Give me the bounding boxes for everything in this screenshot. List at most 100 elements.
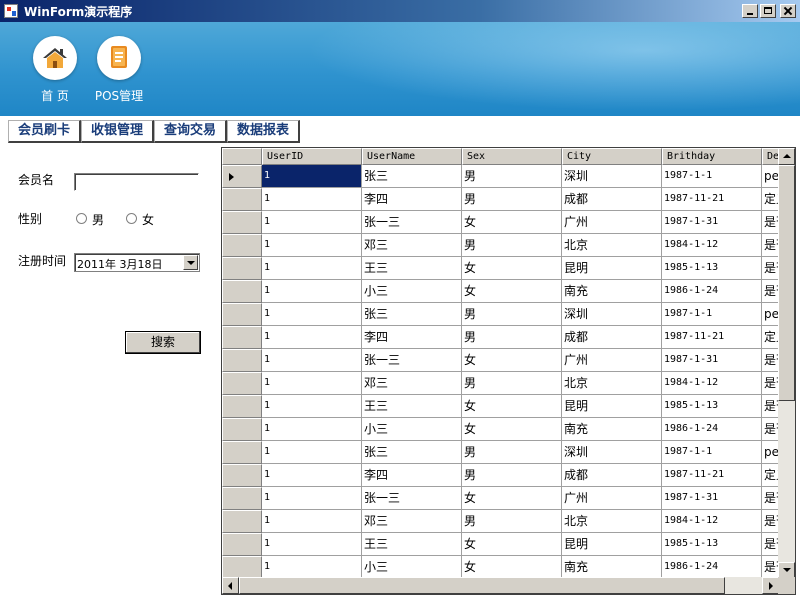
row-header[interactable] (222, 280, 262, 303)
table-row[interactable]: 1张三男深圳1987-1-1per (222, 441, 779, 464)
cell-de[interactable]: 是否 (762, 280, 779, 303)
regdate-picker[interactable]: 2011年 3月18日 (74, 253, 200, 272)
table-row[interactable]: 1张一三女广州1987-1-31是否 (222, 211, 779, 234)
chevron-down-icon[interactable] (183, 255, 198, 270)
cell-birthday[interactable]: 1986-1-24 (662, 556, 762, 579)
cell-de[interactable]: 是否 (762, 211, 779, 234)
horizontal-scroll-thumb[interactable] (239, 577, 725, 594)
cell-sex[interactable]: 女 (462, 487, 562, 510)
cell-city[interactable]: 南充 (562, 556, 662, 579)
row-header[interactable] (222, 510, 262, 533)
table-row[interactable]: 1王三女昆明1985-1-13是否 (222, 533, 779, 556)
scroll-right-button[interactable] (762, 577, 779, 594)
cell-userid[interactable]: 1 (262, 280, 362, 303)
cell-birthday[interactable]: 1987-1-31 (662, 211, 762, 234)
cell-userid[interactable]: 1 (262, 510, 362, 533)
row-header[interactable] (222, 395, 262, 418)
cell-birthday[interactable]: 1987-11-21 (662, 188, 762, 211)
table-row[interactable]: 1小三女南充1986-1-24是否 (222, 280, 779, 303)
cell-userid[interactable]: 1 (262, 533, 362, 556)
cell-city[interactable]: 广州 (562, 349, 662, 372)
table-row[interactable]: 1张三男深圳1987-1-1per (222, 303, 779, 326)
cell-birthday[interactable]: 1985-1-13 (662, 257, 762, 280)
cell-userid[interactable]: 1 (262, 487, 362, 510)
cell-birthday[interactable]: 1986-1-24 (662, 280, 762, 303)
cell-de[interactable]: 是否 (762, 533, 779, 556)
gender-male-radio[interactable] (76, 213, 87, 224)
cell-birthday[interactable]: 1987-11-21 (662, 326, 762, 349)
table-row[interactable]: 1李四男成都1987-11-21定义 (222, 464, 779, 487)
cell-userid[interactable]: 1 (262, 418, 362, 441)
cell-de[interactable]: 是否 (762, 349, 779, 372)
app-icon[interactable] (4, 4, 18, 18)
title-bar[interactable]: WinForm演示程序 (0, 0, 800, 22)
table-row[interactable]: 1王三女昆明1985-1-13是否 (222, 257, 779, 280)
cell-de[interactable]: 是否 (762, 556, 779, 579)
cell-de[interactable]: 定义 (762, 464, 779, 487)
grid-corner-header[interactable] (222, 148, 262, 165)
cell-city[interactable]: 成都 (562, 326, 662, 349)
cell-sex[interactable]: 男 (462, 441, 562, 464)
tab-member-card[interactable]: 会员刷卡 (8, 120, 82, 143)
cell-sex[interactable]: 女 (462, 211, 562, 234)
minimize-button[interactable] (742, 4, 758, 18)
cell-de[interactable]: per (762, 165, 779, 188)
cell-userid[interactable]: 1 (262, 303, 362, 326)
cell-birthday[interactable]: 1985-1-13 (662, 533, 762, 556)
cell-userid[interactable]: 1 (262, 165, 362, 188)
cell-sex[interactable]: 女 (462, 257, 562, 280)
cell-sex[interactable]: 男 (462, 464, 562, 487)
table-row[interactable]: 1李四男成都1987-11-21定义 (222, 326, 779, 349)
cell-birthday[interactable]: 1987-1-1 (662, 303, 762, 326)
cell-city[interactable]: 深圳 (562, 165, 662, 188)
cell-de[interactable]: per (762, 303, 779, 326)
row-header[interactable] (222, 165, 262, 188)
row-header[interactable] (222, 441, 262, 464)
cell-username[interactable]: 李四 (362, 326, 462, 349)
cell-city[interactable]: 昆明 (562, 257, 662, 280)
cell-sex[interactable]: 女 (462, 418, 562, 441)
cell-city[interactable]: 北京 (562, 372, 662, 395)
cell-username[interactable]: 小三 (362, 280, 462, 303)
cell-username[interactable]: 邓三 (362, 234, 462, 257)
row-header[interactable] (222, 211, 262, 234)
cell-city[interactable]: 北京 (562, 234, 662, 257)
column-header-username[interactable]: UserName (362, 148, 462, 165)
row-header[interactable] (222, 188, 262, 211)
data-grid[interactable]: UserID UserName Sex City Brithday De 1 张三… (221, 147, 796, 595)
cell-userid[interactable]: 1 (262, 188, 362, 211)
cell-sex[interactable]: 男 (462, 234, 562, 257)
table-row[interactable]: 1小三女南充1986-1-24是否 (222, 556, 779, 579)
cell-birthday[interactable]: 1986-1-24 (662, 418, 762, 441)
cell-username[interactable]: 张三 (362, 303, 462, 326)
row-header[interactable] (222, 234, 262, 257)
cell-username[interactable]: 王三 (362, 395, 462, 418)
cell-username[interactable]: 张一三 (362, 349, 462, 372)
cell-city[interactable]: 南充 (562, 280, 662, 303)
cell-userid[interactable]: 1 (262, 441, 362, 464)
row-header[interactable] (222, 303, 262, 326)
gender-female-radio[interactable] (126, 213, 137, 224)
cell-de[interactable]: 定义 (762, 188, 779, 211)
cell-city[interactable]: 成都 (562, 464, 662, 487)
row-header[interactable] (222, 533, 262, 556)
cell-city[interactable]: 广州 (562, 211, 662, 234)
cell-userid[interactable]: 1 (262, 326, 362, 349)
cell-birthday[interactable]: 1987-11-21 (662, 464, 762, 487)
cell-sex[interactable]: 男 (462, 303, 562, 326)
cell-sex[interactable]: 男 (462, 188, 562, 211)
cell-de[interactable]: 定义 (762, 326, 779, 349)
home-button[interactable]: 首 页 (25, 36, 85, 104)
row-header[interactable] (222, 326, 262, 349)
cell-birthday[interactable]: 1984-1-12 (662, 372, 762, 395)
cell-birthday[interactable]: 1987-1-31 (662, 349, 762, 372)
row-header[interactable] (222, 418, 262, 441)
cell-de[interactable]: 是否 (762, 487, 779, 510)
cell-username[interactable]: 王三 (362, 533, 462, 556)
cell-sex[interactable]: 女 (462, 395, 562, 418)
cell-username[interactable]: 小三 (362, 556, 462, 579)
cell-birthday[interactable]: 1987-1-1 (662, 441, 762, 464)
row-header[interactable] (222, 487, 262, 510)
column-header-birthday[interactable]: Brithday (662, 148, 762, 165)
cell-username[interactable]: 邓三 (362, 372, 462, 395)
